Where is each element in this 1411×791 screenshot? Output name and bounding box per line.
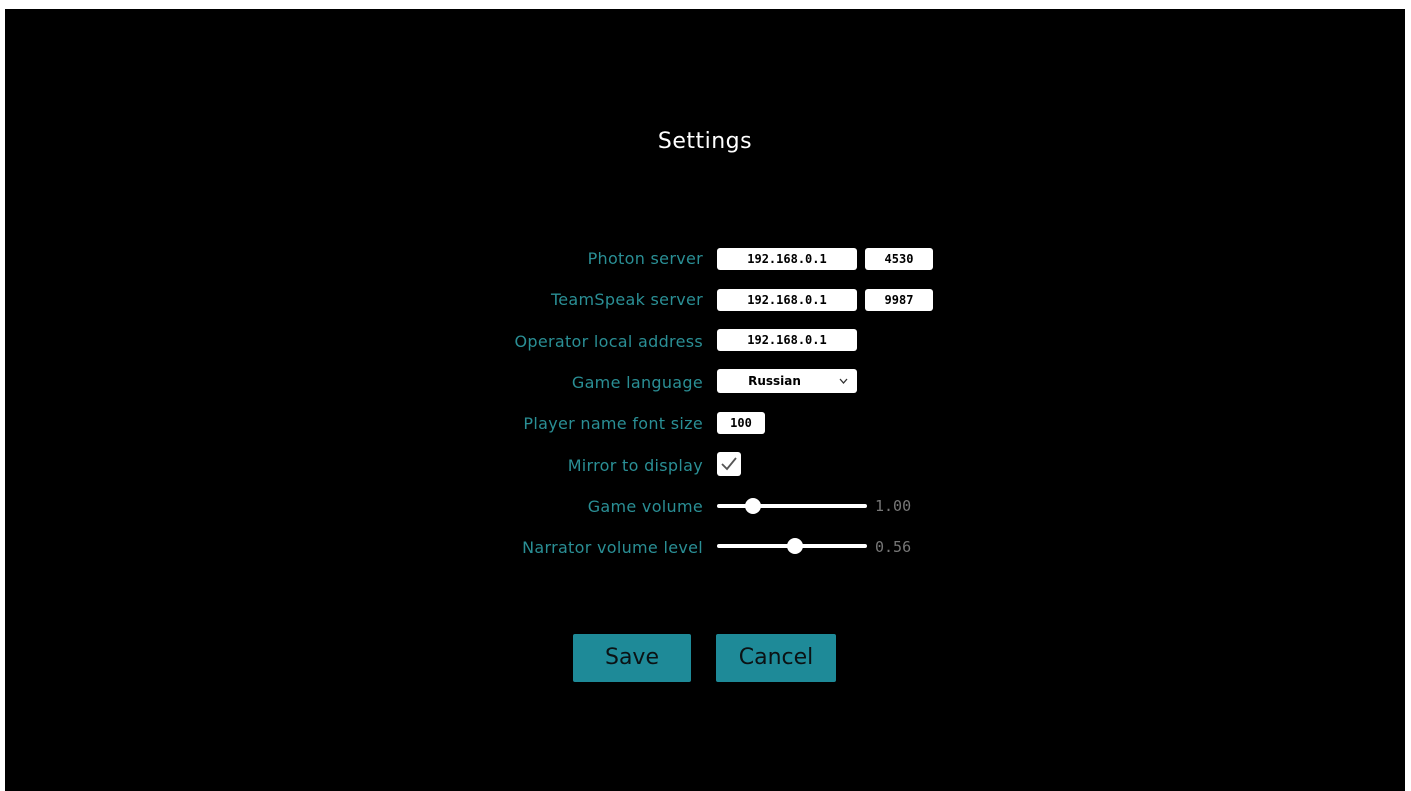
game-volume-slider[interactable] xyxy=(717,496,867,516)
narrator-volume-value: 0.56 xyxy=(875,538,912,556)
game-volume-label: Game volume xyxy=(587,497,703,516)
operator-address-input[interactable]: 192.168.0.1 xyxy=(717,329,857,351)
teamspeak-server-ip-input[interactable]: 192.168.0.1 xyxy=(717,289,857,311)
save-button[interactable]: Save xyxy=(573,634,691,682)
photon-server-ip-input[interactable]: 192.168.0.1 xyxy=(717,248,857,270)
cancel-button[interactable]: Cancel xyxy=(716,634,836,682)
game-language-select[interactable]: Russian xyxy=(717,369,857,393)
page-title: Settings xyxy=(657,129,753,154)
check-icon xyxy=(721,457,737,471)
slider-track xyxy=(717,504,867,508)
teamspeak-server-label: TeamSpeak server xyxy=(550,290,703,309)
photon-server-label: Photon server xyxy=(587,249,703,268)
player-font-size-input[interactable]: 100 xyxy=(717,412,765,434)
mirror-display-label: Mirror to display xyxy=(567,456,703,475)
player-font-size-label: Player name font size xyxy=(523,414,703,433)
game-language-label: Game language xyxy=(571,373,703,392)
slider-thumb[interactable] xyxy=(745,498,761,514)
narrator-volume-label: Narrator volume level xyxy=(522,538,703,557)
narrator-volume-slider[interactable] xyxy=(717,536,867,556)
chevron-down-icon xyxy=(839,369,848,403)
game-language-value: Russian xyxy=(748,374,801,388)
settings-screen: Settings Photon server 192.168.0.1 4530 … xyxy=(5,9,1405,791)
operator-address-label: Operator local address xyxy=(514,332,703,351)
slider-thumb[interactable] xyxy=(787,538,803,554)
game-volume-value: 1.00 xyxy=(875,497,912,515)
photon-server-port-input[interactable]: 4530 xyxy=(865,248,933,270)
teamspeak-server-port-input[interactable]: 9987 xyxy=(865,289,933,311)
mirror-display-checkbox[interactable] xyxy=(717,452,741,476)
